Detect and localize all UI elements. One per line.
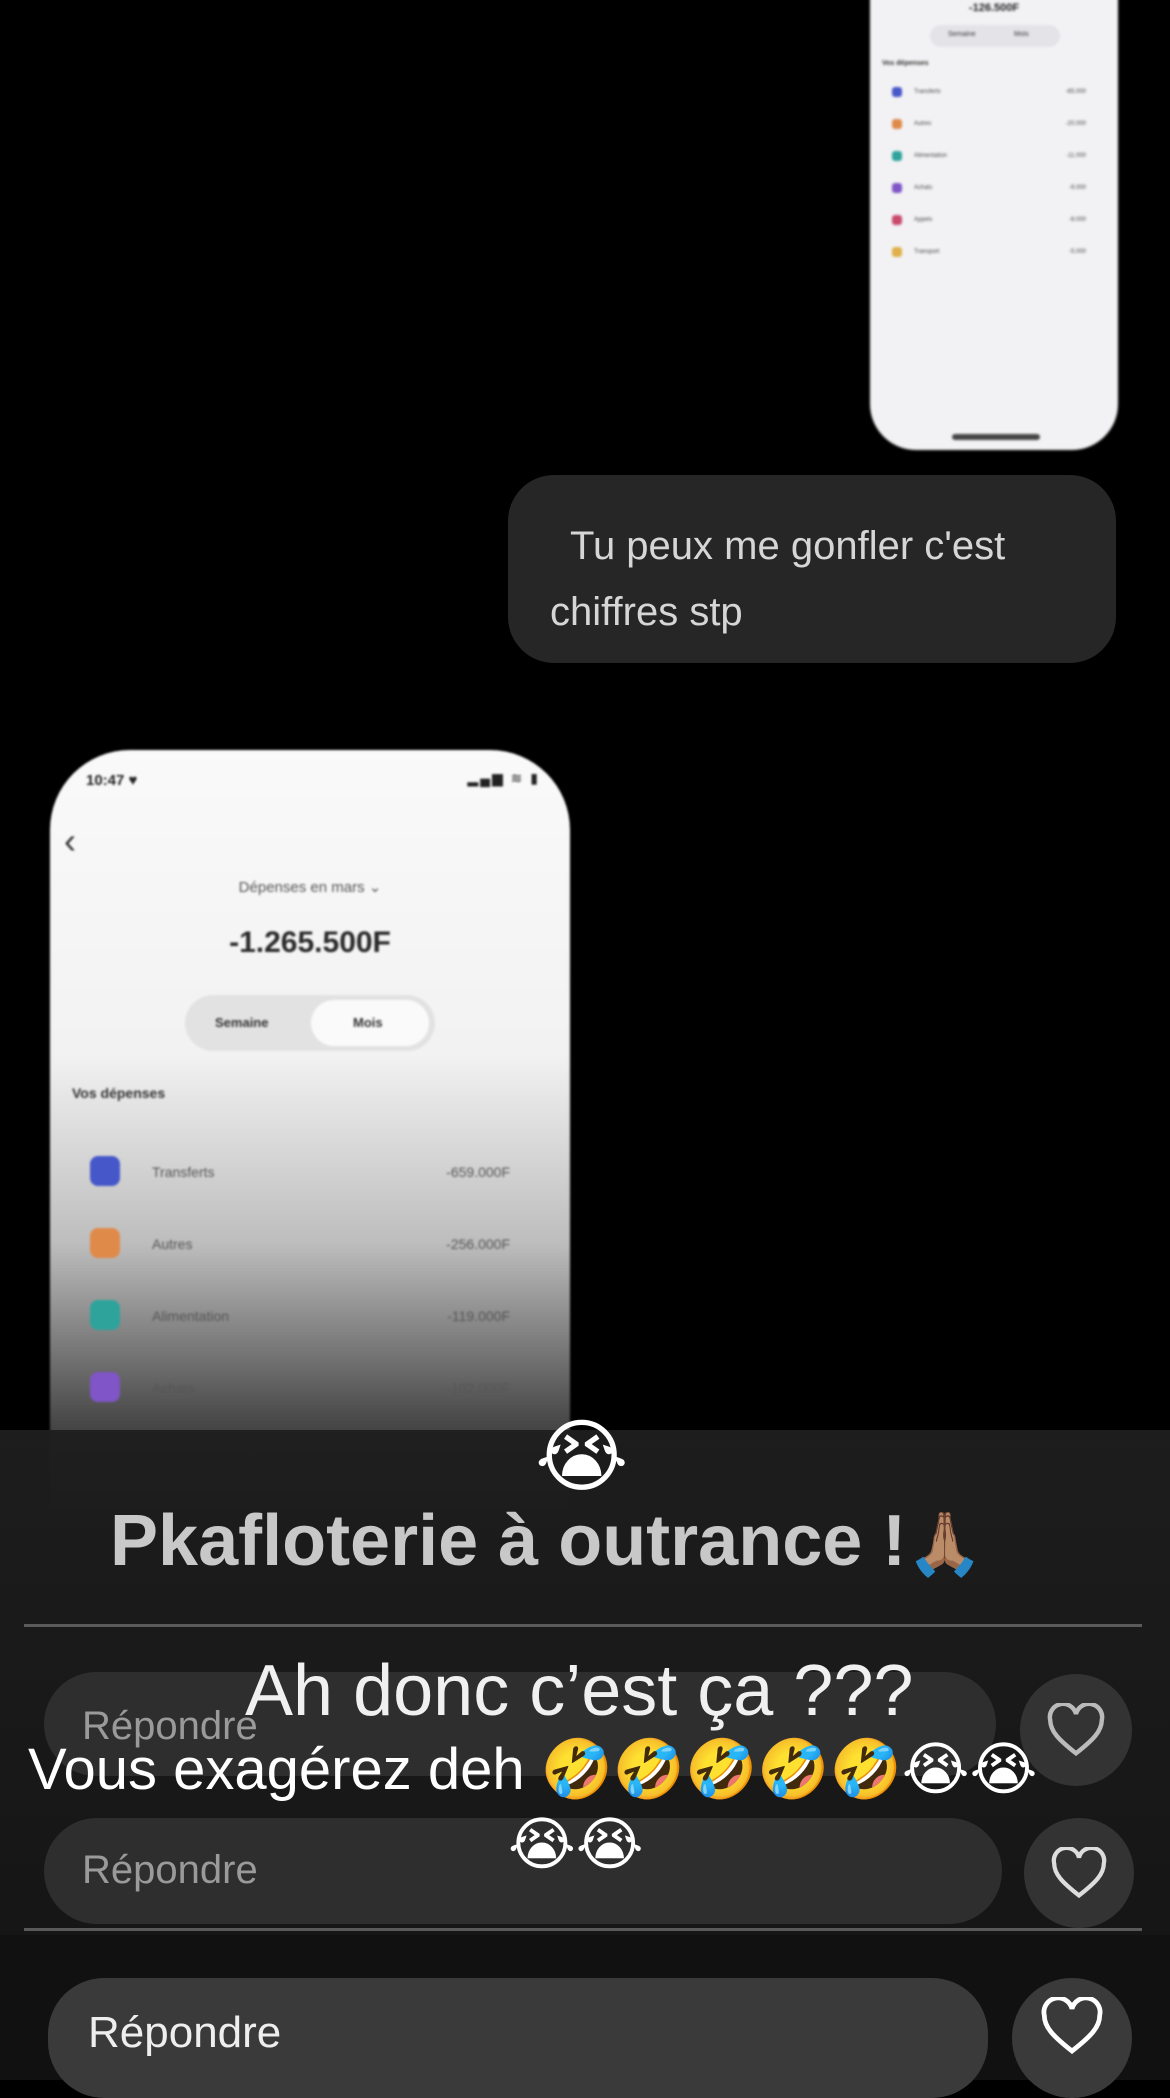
top-period-toggle: Semaine Mois — [930, 25, 1060, 47]
other-icon — [90, 1228, 120, 1258]
tab-semaine: Semaine — [215, 1015, 269, 1030]
divider — [24, 1928, 1142, 1931]
status-time: 10:47 ♥ — [86, 772, 138, 789]
like-button[interactable] — [1024, 1818, 1134, 1928]
expenses-section-title: Vos dépenses — [72, 1085, 166, 1101]
top-expense-row: Autres -20.000 — [884, 118, 1094, 132]
expenses-title: Dépenses en mars ⌄ — [238, 879, 382, 896]
crying-emojis: 😭😭 — [508, 1812, 644, 1877]
story-caption: Ah donc c’est ça ??? — [245, 1651, 914, 1731]
top-expense-row: Transport -5.000 — [884, 246, 1094, 260]
top-expense-row: Achats -9.000 — [884, 182, 1094, 196]
other-icon — [892, 119, 902, 129]
story-headline: Pkafloterie à outrance !🙏🏽 — [110, 1501, 984, 1581]
transfer-icon — [892, 87, 902, 97]
expenses-screenshot: 10:47 ♥ ▂▄▆ ≋ ▮ ‹ Dépenses en mars ⌄ -1.… — [50, 750, 570, 1510]
phone-call-icon — [892, 215, 902, 225]
back-chevron-icon: ‹ — [64, 820, 76, 861]
heart-icon — [1041, 1997, 1103, 2055]
reply-input[interactable]: Répondre — [48, 1978, 988, 2098]
top-section-title: Vos dépenses — [882, 60, 929, 67]
pray-emoji: 🙏🏽 — [906, 1510, 984, 1579]
like-button[interactable] — [1012, 1978, 1132, 2098]
top-expense-row: Appels -8.000 — [884, 214, 1094, 228]
expense-row: Alimentation -119.000F — [80, 1294, 520, 1334]
top-expense-row: Transferts -65.000 — [884, 86, 1094, 100]
heart-icon — [1047, 1703, 1105, 1757]
period-toggle: Semaine Mois — [185, 995, 435, 1051]
expense-row: Transferts -659.000F — [80, 1150, 520, 1190]
crying-emoji: 😭 — [535, 1412, 629, 1501]
top-phone-screenshot: -126.500F Semaine Mois Vos dépenses Tran… — [870, 0, 1118, 450]
tab-mois: Mois — [353, 1015, 383, 1030]
top-expense-row: Alimentation -11.000 — [884, 150, 1094, 164]
top-total-amount: -126.500F — [968, 2, 1020, 14]
shopping-icon — [90, 1372, 120, 1402]
heart-icon — [1051, 1847, 1107, 1899]
home-indicator — [952, 434, 1040, 440]
expenses-total: -1.265.500F — [229, 926, 391, 959]
story-caption: Vous exagérez deh 🤣🤣🤣🤣🤣😭😭 — [28, 1737, 1038, 1802]
message-bubble[interactable]: Tu peux me gonfler c'est chiffres stp — [508, 475, 1116, 663]
status-icons: ▂▄▆ ≋ ▮ — [467, 770, 540, 786]
message-text: Tu peux me gonfler c'est chiffres stp — [550, 524, 1006, 634]
top-tab-mois: Mois — [1014, 31, 1029, 38]
shopping-icon — [892, 183, 902, 193]
expense-row: Autres -256.000F — [80, 1222, 520, 1262]
divider — [24, 1624, 1142, 1627]
person-icon — [90, 1156, 120, 1186]
transport-icon — [892, 247, 902, 257]
top-tab-semaine: Semaine — [948, 31, 976, 38]
food-icon — [90, 1300, 120, 1330]
expense-row: Achats -102.000F — [80, 1366, 520, 1406]
food-icon — [892, 151, 902, 161]
